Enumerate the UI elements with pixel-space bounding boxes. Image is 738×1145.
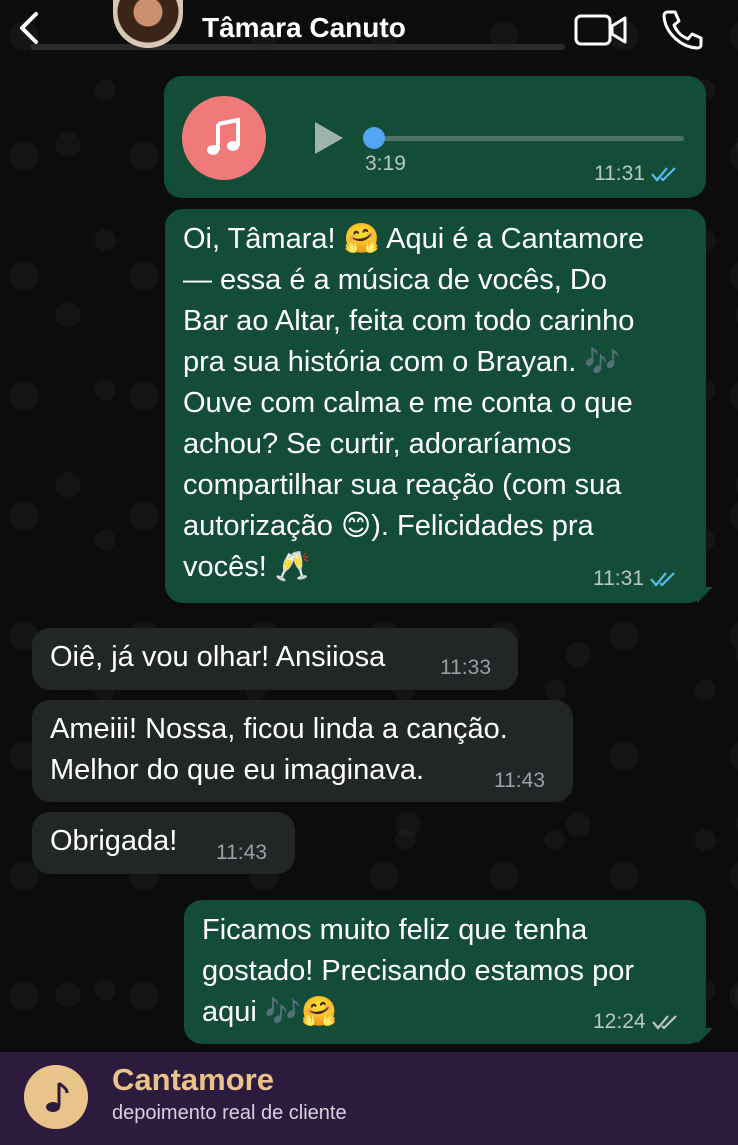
- message-line: aqui 🎶🤗: [202, 996, 338, 1028]
- video-call-icon: [574, 14, 627, 46]
- message-text: Ficamos muito feliz que tenha gostado! P…: [202, 910, 634, 1033]
- message-meta: 11:31: [594, 162, 679, 186]
- message-text: Oi, Tâmara! 🤗 Aqui é a Cantamore — essa …: [183, 219, 644, 588]
- message-time: 12:24: [593, 1010, 646, 1033]
- message-text: Ameiii! Nossa, ficou linda a canção. Mel…: [50, 709, 508, 791]
- message-bubble-outgoing[interactable]: Ficamos muito feliz que tenha gostado! P…: [184, 900, 713, 1044]
- message-meta: 12:24: [593, 1010, 680, 1034]
- message-meta: 11:43: [494, 769, 545, 793]
- message-bubble-incoming[interactable]: Ameiii! Nossa, ficou linda a canção. Mel…: [32, 700, 573, 802]
- message-time: 11:43: [494, 769, 545, 792]
- message-line: pra sua história com o Brayan. 🎶: [183, 346, 621, 378]
- message-meta: 11:43: [216, 841, 267, 865]
- bubble-tail: [697, 587, 713, 603]
- header-divider: [30, 44, 565, 50]
- brand-subtitle: depoimento real de cliente: [112, 1102, 347, 1124]
- message-line: gostado! Precisando estamos por: [202, 955, 635, 987]
- music-note-icon: [46, 1081, 69, 1112]
- message-meta: 11:33: [440, 656, 491, 680]
- message-line: Bar ao Altar, feita com todo carinho: [183, 305, 635, 337]
- music-note-icon: [207, 117, 240, 155]
- voice-call-button[interactable]: [660, 8, 704, 50]
- message-text: Obrigada!: [50, 825, 178, 857]
- back-arrow-icon: [20, 12, 38, 44]
- message-line: vocês! 🥂: [183, 551, 311, 583]
- message-time: 11:43: [216, 841, 267, 864]
- avatar[interactable]: [113, 0, 183, 48]
- contact-name[interactable]: Tâmara Canuto: [202, 12, 406, 44]
- message-line: Oi, Tâmara! 🤗 Aqui é a Cantamore: [183, 223, 645, 255]
- message-line: Ameiii! Nossa, ficou linda a canção.: [50, 713, 508, 745]
- message-text: Oiê, já vou olhar! Ansiiosa: [50, 641, 386, 673]
- message-line: compartilhar sua reação (com sua: [183, 469, 622, 501]
- audio-duration: 3:19: [365, 152, 406, 175]
- double-check-icon: [651, 167, 676, 182]
- music-avatar: [182, 96, 266, 180]
- double-check-icon: [651, 1015, 677, 1030]
- brand-name: Cantamore: [112, 1062, 274, 1097]
- message-bubble-incoming[interactable]: Oiê, já vou olhar! Ansiiosa 11:33: [32, 628, 518, 690]
- message-bubble-incoming[interactable]: Obrigada! 11:43: [32, 812, 295, 874]
- message-time: 11:31: [594, 162, 645, 185]
- message-line: Melhor do que eu imaginava.: [50, 754, 425, 786]
- message-meta: 11:31: [593, 567, 678, 591]
- audio-progress-track[interactable]: [370, 136, 684, 141]
- message-line: autorização 😊). Felicidades pra: [183, 510, 594, 542]
- phone-icon: [662, 10, 703, 50]
- video-call-button[interactable]: [574, 12, 628, 48]
- message-line: Ficamos muito feliz que tenha: [202, 914, 588, 946]
- message-line: — essa é a música de vocês, Do: [183, 264, 607, 296]
- audio-scrubber[interactable]: [363, 127, 385, 149]
- play-button[interactable]: [312, 120, 346, 156]
- chat-header: Tâmara Canuto: [0, 0, 738, 56]
- message-bubble-outgoing[interactable]: Oi, Tâmara! 🤗 Aqui é a Cantamore — essa …: [165, 209, 713, 603]
- bubble-tail: [697, 1028, 713, 1044]
- brand-footer: Cantamore depoimento real de cliente: [0, 1052, 738, 1145]
- audio-message[interactable]: 3:19 11:31: [164, 76, 706, 198]
- brand-logo: [24, 1065, 88, 1129]
- message-line: achou? Se curtir, adoraríamos: [183, 428, 572, 460]
- message-time: 11:31: [593, 567, 644, 590]
- back-button[interactable]: [12, 8, 44, 48]
- double-check-icon: [650, 572, 675, 587]
- message-time: 11:33: [440, 656, 491, 679]
- message-line: Ouve com calma e me conta o que: [183, 387, 633, 419]
- play-icon: [315, 122, 343, 154]
